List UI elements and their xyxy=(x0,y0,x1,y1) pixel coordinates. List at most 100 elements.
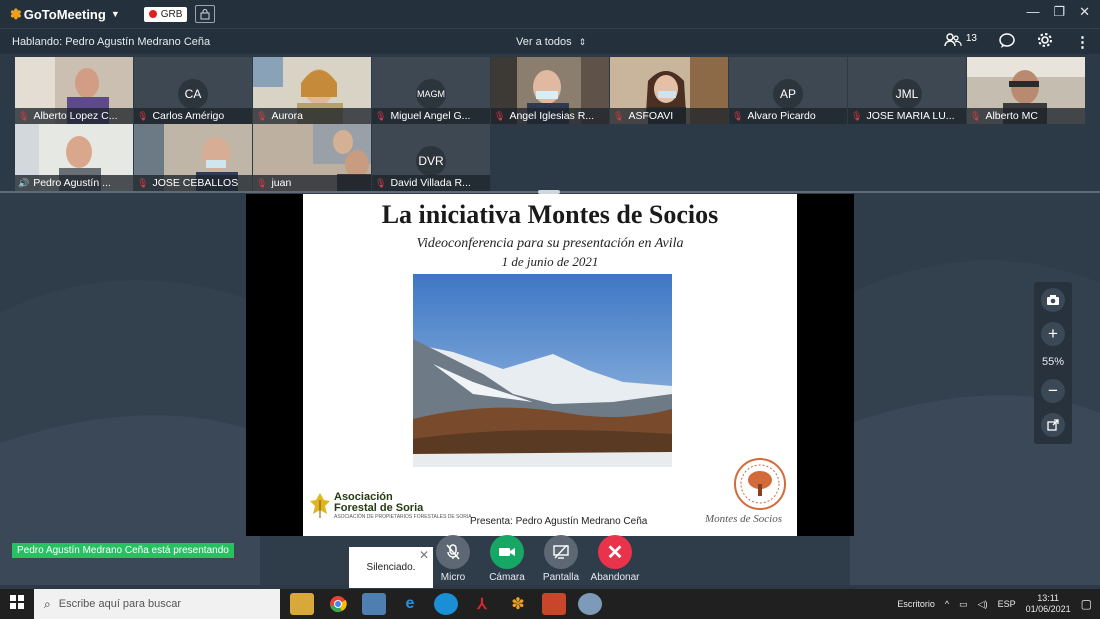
close-x-icon: ✕ xyxy=(598,535,632,569)
settings-button[interactable] xyxy=(1037,32,1053,52)
mountain-photo xyxy=(413,274,672,467)
gear-icon xyxy=(1038,33,1052,47)
notifications-icon[interactable]: ▢ xyxy=(1081,597,1092,611)
muted-mic-icon: 🎙 xyxy=(256,110,268,121)
participant-tile[interactable]: 🎙 Alberto Lopez C... xyxy=(15,57,133,124)
montes-de-socios-logo: Montes de Socios xyxy=(704,458,786,525)
windows-start-icon[interactable] xyxy=(0,595,34,613)
participant-tile[interactable]: 🎙 Alberto MC xyxy=(967,57,1085,124)
participant-tile[interactable]: 🎙 juan xyxy=(253,124,371,191)
recording-badge[interactable]: GRB xyxy=(143,6,188,22)
clock[interactable]: 13:11 01/06/2021 xyxy=(1026,593,1071,615)
zoom-out-button[interactable]: − xyxy=(1041,379,1065,403)
muted-mic-icon: 🎙 xyxy=(137,177,149,188)
search-placeholder: Escribe aquí para buscar xyxy=(58,598,182,610)
recording-label: GRB xyxy=(160,8,183,20)
attendees-button[interactable]: 13 xyxy=(944,33,977,51)
muted-mic-icon: 🎙 xyxy=(494,110,506,121)
participant-tile[interactable]: CA 🎙 Carlos Amérigo xyxy=(134,57,252,124)
app-icon[interactable] xyxy=(578,593,602,615)
leave-label: Abandonar xyxy=(590,572,640,583)
screen-share-label: Pantalla xyxy=(542,572,580,583)
participant-tile[interactable]: 🎙 ASFOAVI xyxy=(610,57,728,124)
meeting-toolbar: Hablando: Pedro Agustín Medrano Ceña Ver… xyxy=(0,28,1100,54)
participant-name: Alberto MC xyxy=(985,110,1038,122)
clock-time: 13:11 xyxy=(1037,593,1060,603)
screen-share-off-icon xyxy=(553,545,569,559)
internet-explorer-icon[interactable]: e xyxy=(398,593,422,615)
language-indicator[interactable]: ESP xyxy=(998,599,1016,609)
chat-button[interactable] xyxy=(999,32,1015,52)
app-menu[interactable]: ✽ GoToMeeting ▼ xyxy=(10,6,120,23)
screenshot-button[interactable] xyxy=(1041,288,1065,312)
camera-snapshot-icon xyxy=(1047,295,1059,305)
plus-icon: + xyxy=(1048,324,1058,343)
app-logo-text: GoToMeeting xyxy=(23,6,106,22)
file-explorer-icon[interactable] xyxy=(290,593,314,615)
search-icon: ⌕ xyxy=(44,596,51,611)
camera-label: Cámara xyxy=(489,572,525,583)
avatar: CA xyxy=(178,79,208,109)
windows-taskbar: ⌕ Escribe aquí para buscar e ⅄ ✽ Escrito… xyxy=(0,589,1100,619)
desktop-label[interactable]: Escritorio xyxy=(897,599,935,609)
taskbar-search[interactable]: ⌕ Escribe aquí para buscar xyxy=(34,589,280,619)
acrobat-icon[interactable]: ⅄ xyxy=(470,593,494,615)
pop-out-icon xyxy=(1047,419,1059,431)
participant-grid: 🎙 Alberto Lopez C... CA 🎙 Carlos Amérigo 🎙… xyxy=(15,57,1085,191)
participant-tile[interactable]: 🎙 JOSE CEBALLOS xyxy=(134,124,252,191)
participant-tile[interactable]: MAGM 🎙 Miguel Angel G... xyxy=(372,57,490,124)
participant-tile[interactable]: DVR 🎙 David Villada R... xyxy=(372,124,490,191)
view-all-dropdown[interactable]: Ver a todos ⇕ xyxy=(516,36,586,48)
lock-button[interactable] xyxy=(195,5,216,23)
participant-name: ASFOAVI xyxy=(628,110,674,122)
people-icon xyxy=(944,33,962,47)
participant-tile[interactable]: 🎙 Aurora xyxy=(253,57,371,124)
participant-name: juan xyxy=(271,177,292,189)
participant-tile[interactable]: JML 🎙 JOSE MARIA LU... xyxy=(848,57,966,124)
zoom-in-button[interactable]: + xyxy=(1041,322,1065,346)
more-options-icon[interactable]: ⋮ xyxy=(1075,33,1090,51)
screen-share-button[interactable]: Pantalla xyxy=(533,535,589,583)
participant-name: JOSE CEBALLOS xyxy=(152,177,239,189)
chevron-updown-icon: ⇕ xyxy=(578,37,587,47)
volume-icon[interactable]: ◁) xyxy=(978,599,988,610)
network-icon[interactable]: ▭ xyxy=(959,599,968,610)
camera-button[interactable]: Cámara xyxy=(479,535,535,583)
chat-bubble-icon xyxy=(999,32,1015,48)
participant-name: Angel Iglesias R... xyxy=(509,110,595,122)
pop-out-button[interactable] xyxy=(1041,413,1065,437)
gotomeeting-taskbar-icon[interactable]: ✽ xyxy=(506,593,530,615)
powerpoint-icon[interactable] xyxy=(542,593,566,615)
muted-mic-icon: 🎙 xyxy=(970,110,982,121)
mic-label: Micro xyxy=(440,572,466,583)
close-icon[interactable]: ✕ xyxy=(1079,4,1090,20)
tray-chevron-icon[interactable]: ^ xyxy=(945,599,949,609)
window-controls: — ❐ ✕ xyxy=(1026,4,1090,20)
gotomeeting-logo-icon: ✽ xyxy=(10,5,22,22)
muted-mic-icon: 🎙 xyxy=(375,177,387,188)
participant-tile[interactable]: 🎙 Angel Iglesias R... xyxy=(491,57,609,124)
participant-name: Alberto Lopez C... xyxy=(33,110,118,122)
avatar: DVR xyxy=(416,146,446,176)
app-icon[interactable] xyxy=(362,593,386,615)
title-bar: ✽ GoToMeeting ▼ GRB — ❐ ✕ xyxy=(0,0,1100,28)
chrome-icon[interactable] xyxy=(326,593,350,615)
participant-tile[interactable]: 🔊 Pedro Agustín ... xyxy=(15,124,133,191)
presenting-indicator: Pedro Agustín Medrano Ceña está presenta… xyxy=(12,543,234,558)
minimize-icon[interactable]: — xyxy=(1026,4,1039,20)
windows-logo-icon xyxy=(10,595,24,609)
muted-notification-text: Silenciado. xyxy=(366,562,416,573)
active-mic-icon: 🔊 xyxy=(18,177,30,188)
view-all-label: Ver a todos xyxy=(516,36,572,48)
leave-button[interactable]: ✕ Abandonar xyxy=(587,535,643,583)
restore-icon[interactable]: ❐ xyxy=(1053,4,1065,20)
participant-name: Carlos Amérigo xyxy=(152,110,225,122)
association-logo: Asociación Forestal de Soria ASOCIACIÓN … xyxy=(309,492,472,520)
participant-name: Alvaro Picardo xyxy=(747,110,816,122)
muted-mic-icon: 🎙 xyxy=(732,110,744,121)
record-dot-icon xyxy=(148,10,157,18)
edge-icon[interactable] xyxy=(434,593,458,615)
mic-button[interactable]: Micro xyxy=(425,535,481,583)
participant-tile[interactable]: AP 🎙 Alvaro Picardo xyxy=(729,57,847,124)
association-name-line2: Forestal de Soria xyxy=(334,502,424,514)
